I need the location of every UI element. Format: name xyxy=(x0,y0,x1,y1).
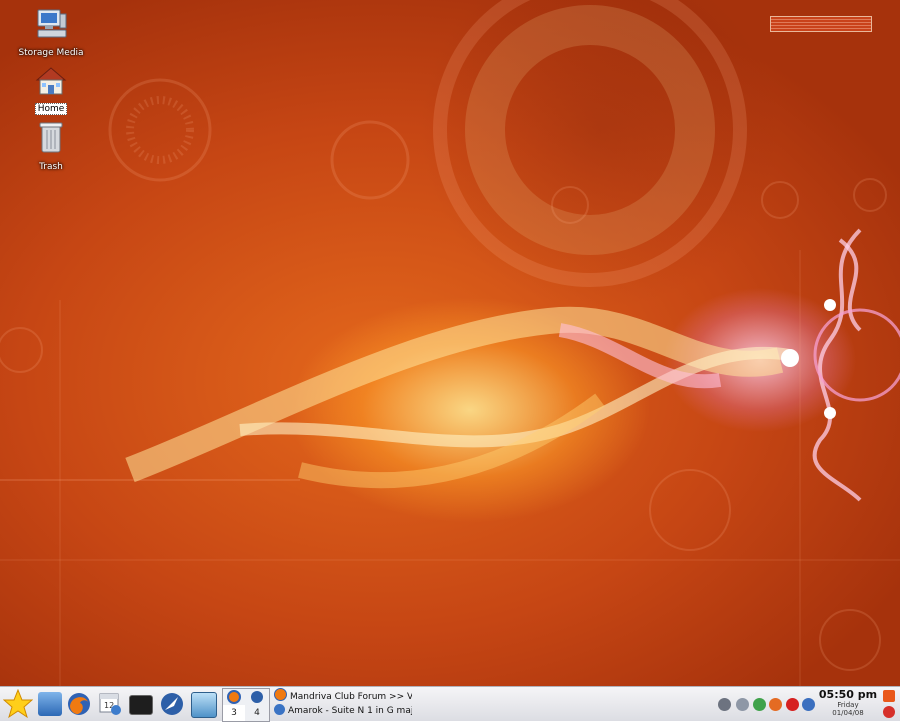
update-icon[interactable] xyxy=(753,698,766,711)
desktop-pager[interactable]: 3 4 xyxy=(222,688,270,722)
browser-icon[interactable] xyxy=(160,692,184,716)
firefox-icon[interactable] xyxy=(67,692,91,716)
desktop[interactable]: Storage Media Home Trash xyxy=(0,0,900,686)
browser-icon xyxy=(251,691,263,703)
desktop-icon-storage-media[interactable]: Storage Media xyxy=(6,8,96,59)
home-icon xyxy=(35,67,67,95)
trash-icon xyxy=(39,122,63,153)
lock-screen-icon[interactable] xyxy=(883,690,895,702)
mini-panel-bar xyxy=(770,16,872,32)
firefox-icon xyxy=(274,688,287,701)
mandriva-star-icon[interactable] xyxy=(3,689,33,719)
logout-icon[interactable] xyxy=(883,706,895,718)
wallpaper xyxy=(0,0,900,686)
desktop-icon-label: Home xyxy=(34,103,68,115)
taskbar-task-amarok[interactable]: Amarok - Suite N 1 in G major xyxy=(272,704,412,719)
desktop-icon-trash[interactable]: Trash xyxy=(6,120,96,173)
clock[interactable]: 05:50 pm Friday 01/04/08 xyxy=(818,687,878,721)
flame-swirl xyxy=(125,306,791,489)
calendar-icon[interactable]: 12 xyxy=(98,692,122,716)
network-icon[interactable] xyxy=(718,698,731,711)
task-label: Amarok - Suite N 1 in G major xyxy=(288,706,412,716)
pager-desktop-1[interactable] xyxy=(223,689,245,705)
connection-icon[interactable] xyxy=(802,698,815,711)
amarok-icon xyxy=(274,704,285,715)
pager-desktop-3[interactable]: 3 xyxy=(223,705,245,721)
pager-desktop-2[interactable] xyxy=(246,689,268,705)
system-monitor-icon[interactable] xyxy=(191,692,217,718)
firefox-icon xyxy=(227,690,241,704)
clock-date: 01/04/08 xyxy=(832,709,864,717)
printer-icon[interactable] xyxy=(736,698,749,711)
desktop-icon-label: Trash xyxy=(39,162,63,172)
show-desktop-icon[interactable] xyxy=(38,692,62,716)
taskbar-task-forum[interactable]: Mandriva Club Forum >> View xyxy=(272,688,412,703)
clock-day: Friday xyxy=(837,701,859,709)
desktop-icon-home[interactable]: Home xyxy=(6,66,96,115)
security-icon[interactable] xyxy=(769,698,782,711)
computer-icon xyxy=(37,9,67,38)
pager-desktop-4[interactable]: 4 xyxy=(246,705,268,721)
alert-icon[interactable] xyxy=(786,698,799,711)
task-label: Mandriva Club Forum >> View xyxy=(290,692,412,702)
desktop-icon-label: Storage Media xyxy=(18,48,84,58)
taskbar: 12 3 4 Mandriva Club Forum >> View Amaro… xyxy=(0,686,900,722)
terminal-icon[interactable] xyxy=(129,695,153,715)
helix-ornament xyxy=(781,228,900,502)
clock-time: 05:50 pm xyxy=(818,688,878,701)
